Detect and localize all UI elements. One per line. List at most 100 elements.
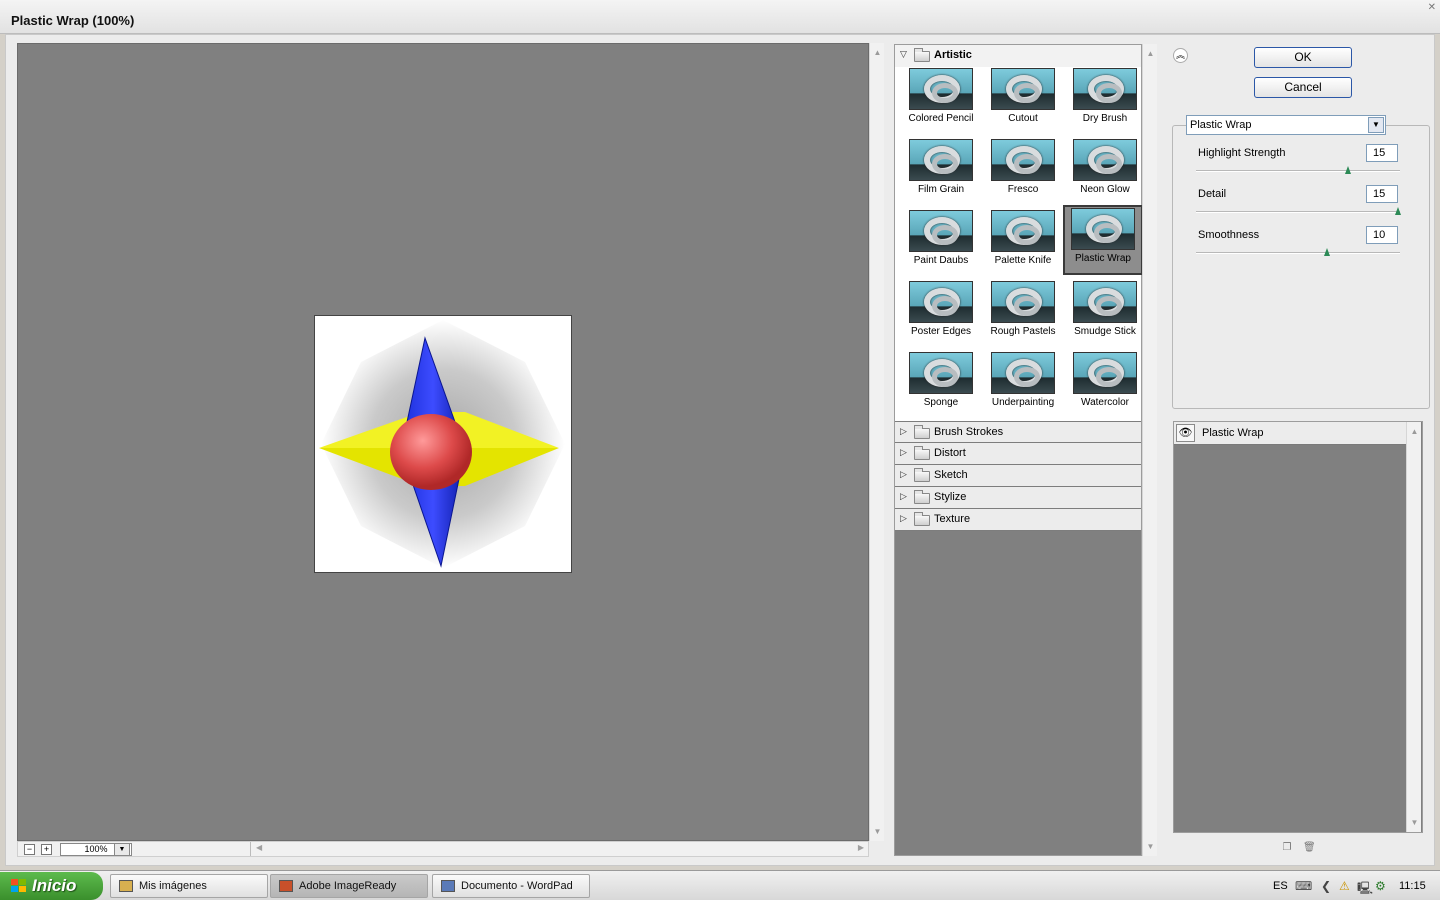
filter-thumb-plastic-wrap[interactable]: Plastic Wrap xyxy=(1063,205,1143,275)
app-icon xyxy=(279,880,293,892)
scroll-up-icon[interactable]: ▲ xyxy=(1143,46,1158,61)
preview-vertical-scrollbar[interactable]: ▲ ▼ xyxy=(869,43,884,841)
filter-thumb-dry-brush[interactable]: Dry Brush xyxy=(1065,65,1145,135)
title-bar: Plastic Wrap (100%) ✕ xyxy=(0,0,1440,34)
filter-thumb-label: Sponge xyxy=(923,397,959,408)
start-label: Inicio xyxy=(32,876,77,895)
scroll-up-icon[interactable]: ▲ xyxy=(1407,424,1422,439)
filter-thumb-smudge-stick[interactable]: Smudge Stick xyxy=(1065,278,1145,348)
filter-select[interactable]: Plastic Wrap ▼ xyxy=(1186,115,1386,135)
preview-area[interactable] xyxy=(17,43,869,841)
collapsed-triangle-icon: ▷ xyxy=(900,426,907,436)
start-button[interactable]: Inicio xyxy=(0,872,103,900)
folder-icon xyxy=(914,512,930,526)
filter-thumb-image xyxy=(909,281,973,323)
ok-button[interactable]: OK xyxy=(1254,47,1352,68)
filter-thumb-rough-pastels[interactable]: Rough Pastels xyxy=(983,278,1063,348)
filter-thumb-cutout[interactable]: Cutout xyxy=(983,65,1063,135)
filter-thumb-image xyxy=(1071,208,1135,250)
detail-slider-thumb[interactable] xyxy=(1395,207,1402,215)
scroll-left-icon[interactable]: ◀ xyxy=(256,843,262,852)
collapsed-triangle-icon: ▷ xyxy=(900,469,907,479)
smoothness-slider[interactable] xyxy=(1196,248,1400,256)
filter-thumb-label: Palette Knife xyxy=(994,255,1052,266)
filter-thumb-label: Film Grain xyxy=(917,184,965,195)
taskbar-item-documento-wordpad[interactable]: Documento - WordPad xyxy=(432,874,590,898)
zoom-in-button[interactable]: + xyxy=(41,844,52,855)
cancel-button[interactable]: Cancel xyxy=(1254,77,1352,98)
scroll-down-icon[interactable]: ▼ xyxy=(870,824,885,839)
filter-thumb-colored-pencil[interactable]: Colored Pencil xyxy=(901,65,981,135)
effect-layers-panel: 👁 Plastic Wrap xyxy=(1173,421,1423,833)
category-artistic-expanded: ▽ Artistic Colored Pencil Cutout Dry Brush… xyxy=(895,45,1143,421)
category-header-sketch[interactable]: ▷ Sketch xyxy=(895,465,1141,487)
window-title: Plastic Wrap (100%) xyxy=(11,13,135,28)
filter-thumb-sponge[interactable]: Sponge xyxy=(901,349,981,419)
effect-layer-row[interactable]: 👁 Plastic Wrap xyxy=(1174,422,1406,445)
zoom-out-button[interactable]: − xyxy=(24,844,35,855)
category-label: Distort xyxy=(934,447,966,459)
highlight-strength-input[interactable]: 15 xyxy=(1366,144,1398,162)
filter-thumb-image xyxy=(909,352,973,394)
system-tray: ES ⌨ ❮ ⚠ 🖳 ⚙ 11:15 xyxy=(1265,872,1440,900)
trash-icon[interactable]: 🗑 xyxy=(1303,842,1316,854)
filter-thumb-image xyxy=(1073,352,1137,394)
smoothness-slider-thumb[interactable] xyxy=(1323,248,1331,256)
app-icon xyxy=(119,880,133,892)
network-icon[interactable]: 🖳 xyxy=(1357,879,1373,900)
eye-icon[interactable]: 👁 xyxy=(1176,424,1195,442)
taskbar-item-mis-imagenes[interactable]: Mis imágenes xyxy=(110,874,268,898)
layers-vertical-scrollbar[interactable]: ▲ ▼ xyxy=(1406,422,1421,832)
filter-thumb-label: Cutout xyxy=(1008,113,1038,124)
preview-image xyxy=(314,315,572,573)
folder-icon xyxy=(914,490,930,504)
taskbar-item-adobe-imageready[interactable]: Adobe ImageReady xyxy=(270,874,428,898)
collapsed-triangle-icon: ▷ xyxy=(900,447,907,457)
category-header-distort[interactable]: ▷ Distort xyxy=(895,443,1141,465)
scroll-down-icon[interactable]: ▼ xyxy=(1143,839,1158,854)
filter-thumb-watercolor[interactable]: Watercolor xyxy=(1065,349,1145,419)
collapse-gallery-icon[interactable]: ︽ xyxy=(1173,48,1188,63)
category-label: Texture xyxy=(934,513,971,525)
gallery-vertical-scrollbar[interactable]: ▲ ▼ xyxy=(1142,44,1157,856)
keyboard-icon[interactable]: ⌨ xyxy=(1295,879,1312,893)
app-icon xyxy=(441,880,455,892)
filter-thumb-neon-glow[interactable]: Neon Glow xyxy=(1065,136,1145,206)
filter-thumb-poster-edges[interactable]: Poster Edges xyxy=(901,278,981,348)
scroll-down-icon[interactable]: ▼ xyxy=(1407,815,1422,830)
smoothness-label: Smoothness xyxy=(1198,229,1260,241)
highlight-strength-slider[interactable] xyxy=(1196,166,1400,174)
filter-thumb-label: Poster Edges xyxy=(910,326,972,337)
category-header-artistic[interactable]: ▽ Artistic xyxy=(895,45,1141,67)
category-label: Stylize xyxy=(934,491,967,503)
filter-thumb-film-grain[interactable]: Film Grain xyxy=(901,136,981,206)
filter-thumb-underpainting[interactable]: Underpainting xyxy=(983,349,1063,419)
detail-slider[interactable] xyxy=(1196,207,1401,215)
settings-icon[interactable]: ⚙ xyxy=(1375,879,1386,893)
highlight-strength-slider-thumb[interactable] xyxy=(1345,166,1352,174)
filter-thumb-image xyxy=(1073,139,1137,181)
filter-thumb-label: Fresco xyxy=(1007,184,1039,195)
filter-thumb-image xyxy=(1073,68,1137,110)
filter-thumb-paint-daubs[interactable]: Paint Daubs xyxy=(901,207,981,277)
new-effect-layer-icon[interactable]: ❐ xyxy=(1281,842,1293,854)
smoothness-input[interactable]: 10 xyxy=(1366,226,1398,244)
scroll-up-icon[interactable]: ▲ xyxy=(870,45,885,60)
filter-thumb-palette-knife[interactable]: Palette Knife xyxy=(983,207,1063,277)
detail-input[interactable]: 15 xyxy=(1366,185,1398,203)
folder-icon xyxy=(914,48,930,62)
language-indicator[interactable]: ES xyxy=(1273,880,1288,892)
category-header-texture[interactable]: ▷ Texture xyxy=(895,509,1141,531)
scroll-right-icon[interactable]: ▶ xyxy=(858,843,864,852)
collapsed-triangle-icon: ▷ xyxy=(900,513,907,523)
category-header-brush-strokes[interactable]: ▷ Brush Strokes xyxy=(895,421,1141,443)
chevron-left-icon[interactable]: ❮ xyxy=(1321,879,1331,893)
filter-thumb-image xyxy=(991,139,1055,181)
category-header-stylize[interactable]: ▷ Stylize xyxy=(895,487,1141,509)
zoom-dropdown-icon[interactable]: ▼ xyxy=(114,843,130,856)
chevron-down-icon[interactable]: ▼ xyxy=(1368,117,1384,133)
filter-thumb-fresco[interactable]: Fresco xyxy=(983,136,1063,206)
warning-icon[interactable]: ⚠ xyxy=(1339,879,1350,893)
filter-thumb-image xyxy=(909,139,973,181)
close-icon[interactable]: ✕ xyxy=(1428,2,1436,13)
